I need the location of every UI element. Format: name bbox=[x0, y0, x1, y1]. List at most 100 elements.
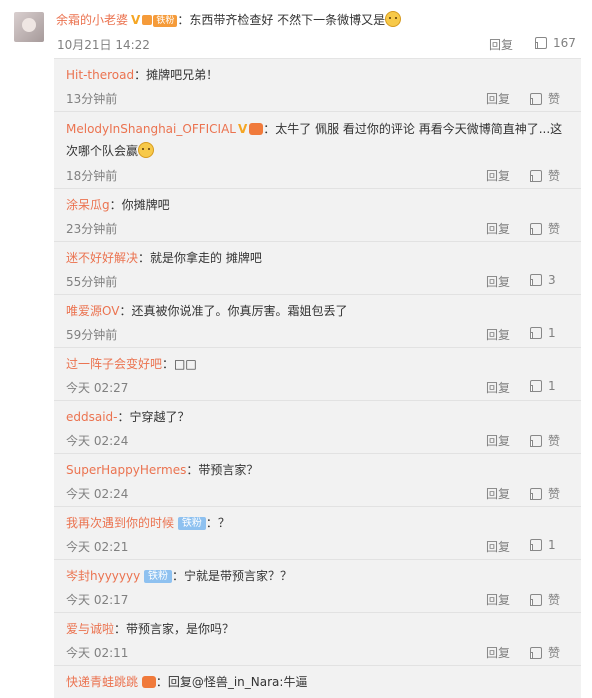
like-button[interactable]: 赞 bbox=[530, 220, 560, 237]
reply-button[interactable]: 回复 bbox=[486, 485, 510, 502]
like-label: 赞 bbox=[548, 222, 561, 236]
reply-button[interactable]: 回复 bbox=[486, 538, 510, 555]
reply-item: MelodyInShanghai_OFFICIAL V ：太牛了 佩服 看过你的评论… bbox=[54, 112, 581, 189]
like-button[interactable]: 赞 bbox=[530, 432, 560, 449]
reply-item: 爱与诚啦：带预言家，是你吗？ 今天 02:11 回复 赞 bbox=[54, 613, 581, 666]
fan-badge[interactable]: 铁粉 bbox=[153, 15, 178, 27]
reply-time: 今天 02:27 bbox=[66, 381, 129, 395]
reply-time: 今天 02:24 bbox=[66, 434, 129, 448]
reply-item: 我再次遇到你的时候 铁粉：？ 今天 02:21 回复 1 bbox=[54, 507, 581, 560]
reply-time: 今天 02:24 bbox=[66, 487, 129, 501]
like-button[interactable]: 3 bbox=[530, 273, 556, 287]
like-label: 赞 bbox=[548, 434, 561, 448]
reply-text: ：宁穿越了？ bbox=[117, 410, 190, 424]
main-comment-text: ：东西带齐检查好 不然下一条微博又是 bbox=[177, 13, 386, 27]
main-like-count: 167 bbox=[553, 36, 576, 50]
reply-text-line: 我再次遇到你的时候 铁粉：？ bbox=[66, 512, 571, 534]
like-label: 赞 bbox=[548, 487, 561, 501]
thumbs-up-icon bbox=[530, 170, 542, 182]
reply-text: ：回复@怪兽_in_Nara:牛逼 bbox=[155, 675, 308, 689]
fan-badge[interactable]: 铁粉 bbox=[144, 570, 173, 583]
reply-username[interactable]: 唯爱源OV bbox=[66, 304, 119, 318]
reply-button[interactable]: 回复 bbox=[486, 644, 510, 661]
like-button[interactable]: 赞 bbox=[530, 485, 560, 502]
reply-text-line: 爱与诚啦：带预言家，是你吗？ bbox=[66, 618, 571, 640]
reply-username[interactable]: SuperHappyHermes bbox=[66, 463, 186, 477]
verified-badge-icon: V bbox=[131, 13, 141, 27]
reply-username[interactable]: 岑封hyyyyyy bbox=[66, 569, 140, 583]
reply-username[interactable]: MelodyInShanghai_OFFICIAL bbox=[66, 122, 236, 136]
like-button[interactable]: 赞 bbox=[530, 90, 560, 107]
like-button[interactable]: 1 bbox=[530, 538, 556, 552]
reply-item: Hit-theroad：摊牌吧兄弟！ 13分钟前 回复 赞 bbox=[54, 59, 581, 112]
reply-button[interactable]: 回复 bbox=[486, 167, 510, 184]
reply-username[interactable]: 涂呆瓜g bbox=[66, 198, 110, 212]
reply-item: 迷不好好解决：就是你拿走的 摊牌吧 55分钟前 回复 3 bbox=[54, 242, 581, 295]
reply-username[interactable]: 爱与诚啦 bbox=[66, 622, 114, 636]
thumbs-up-icon bbox=[530, 223, 542, 235]
thumbs-up-icon bbox=[530, 435, 542, 447]
thumbs-up-icon bbox=[530, 380, 542, 392]
main-reply-button[interactable]: 回复 bbox=[489, 36, 513, 53]
thumbs-up-icon bbox=[530, 93, 542, 105]
reply-time: 今天 02:11 bbox=[66, 646, 129, 660]
reply-username[interactable]: Hit-theroad bbox=[66, 68, 134, 82]
reply-username[interactable]: eddsaid- bbox=[66, 410, 118, 424]
reply-item: 快递青蛙跳跳 ：回复@怪兽_in_Nara:牛逼 bbox=[54, 666, 581, 698]
reply-username[interactable]: 我再次遇到你的时候 bbox=[66, 516, 174, 530]
reply-time: 55分钟前 bbox=[66, 275, 118, 289]
reply-button[interactable]: 回复 bbox=[486, 326, 510, 343]
reply-text-line: MelodyInShanghai_OFFICIAL V ：太牛了 佩服 看过你的评论… bbox=[66, 118, 571, 162]
reply-text: ：摊牌吧兄弟！ bbox=[134, 68, 219, 82]
reply-time: 13分钟前 bbox=[66, 92, 118, 106]
thumbs-up-icon bbox=[530, 594, 542, 606]
reply-button[interactable]: 回复 bbox=[486, 379, 510, 396]
main-comment-line: 余霜的小老婆 V 铁粉 ：东西带齐检查好 不然下一条微博又是 bbox=[56, 10, 402, 30]
reply-button[interactable]: 回复 bbox=[486, 273, 510, 290]
reply-text: ：就是你拿走的 摊牌吧 bbox=[138, 251, 262, 265]
like-button[interactable]: 赞 bbox=[530, 167, 560, 184]
reply-username[interactable]: 过一阵子会变好吧 bbox=[66, 357, 162, 371]
reply-text-line: eddsaid-：宁穿越了？ bbox=[66, 406, 571, 428]
reply-text-line: 唯爱源OV：还真被你说准了。你真厉害。霜姐包丢了 bbox=[66, 300, 571, 322]
reply-time: 今天 02:21 bbox=[66, 540, 129, 554]
reply-button[interactable]: 回复 bbox=[486, 220, 510, 237]
reply-username[interactable]: 快递青蛙跳跳 bbox=[66, 675, 138, 689]
thumbs-up-icon bbox=[535, 37, 547, 49]
like-label: 赞 bbox=[548, 646, 561, 660]
reply-text-line: 迷不好好解决：就是你拿走的 摊牌吧 bbox=[66, 247, 571, 269]
like-button[interactable]: 赞 bbox=[530, 591, 560, 608]
thumbs-up-icon bbox=[530, 274, 542, 286]
reply-text-line: SuperHappyHermes：带预言家？ bbox=[66, 459, 571, 481]
reply-text-line: 岑封hyyyyyy 铁粉 ：宁就是带预言家？？ bbox=[66, 565, 571, 587]
reply-button[interactable]: 回复 bbox=[486, 90, 510, 107]
like-label: 赞 bbox=[548, 593, 561, 607]
reply-text: ：宁就是带预言家？？ bbox=[172, 569, 293, 583]
like-count: 1 bbox=[548, 379, 556, 393]
reply-text-line: 快递青蛙跳跳 ：回复@怪兽_in_Nara:牛逼 bbox=[66, 671, 571, 693]
reply-text-line: Hit-theroad：摊牌吧兄弟！ bbox=[66, 64, 571, 86]
reply-text-line: 过一阵子会变好吧：□□ bbox=[66, 353, 571, 375]
reply-username[interactable]: 迷不好好解决 bbox=[66, 251, 138, 265]
reply-button[interactable]: 回复 bbox=[486, 432, 510, 449]
like-count: 1 bbox=[548, 326, 556, 340]
like-label: 赞 bbox=[548, 92, 561, 106]
like-button[interactable]: 赞 bbox=[530, 644, 560, 661]
reply-text: ：你摊牌吧 bbox=[109, 198, 170, 212]
avatar[interactable] bbox=[14, 12, 44, 42]
main-username[interactable]: 余霜的小老婆 bbox=[56, 13, 128, 27]
reply-item: eddsaid-：宁穿越了？ 今天 02:24 回复 赞 bbox=[54, 401, 581, 454]
like-button[interactable]: 1 bbox=[530, 326, 556, 340]
emoji-icon bbox=[138, 142, 155, 158]
reply-time: 59分钟前 bbox=[66, 328, 118, 342]
reply-item: 过一阵子会变好吧：□□ 今天 02:27 回复 1 bbox=[54, 348, 581, 401]
reply-text: ：□□ bbox=[162, 357, 197, 371]
emoji-icon bbox=[385, 11, 402, 27]
main-like-button[interactable]: 167 bbox=[535, 36, 576, 50]
reply-item: SuperHappyHermes：带预言家？ 今天 02:24 回复 赞 bbox=[54, 454, 581, 507]
fan-badge[interactable]: 铁粉 bbox=[177, 517, 206, 530]
verified-badge-icon: V bbox=[237, 122, 248, 136]
like-button[interactable]: 1 bbox=[530, 379, 556, 393]
reply-button[interactable]: 回复 bbox=[486, 591, 510, 608]
reply-text: ：带预言家？ bbox=[186, 463, 259, 477]
